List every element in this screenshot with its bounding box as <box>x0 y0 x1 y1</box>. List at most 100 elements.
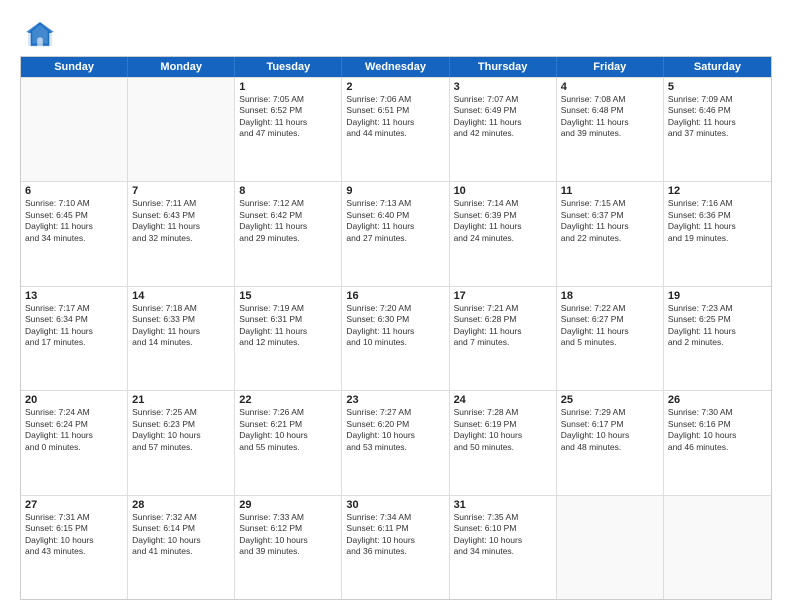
cell-line: Sunset: 6:14 PM <box>132 523 230 534</box>
cell-line: Sunrise: 7:34 AM <box>346 512 444 523</box>
cell-line: and 34 minutes. <box>25 233 123 244</box>
page: SundayMondayTuesdayWednesdayThursdayFrid… <box>0 0 792 612</box>
cell-line: Sunrise: 7:31 AM <box>25 512 123 523</box>
cell-line: Sunrise: 7:06 AM <box>346 94 444 105</box>
cell-line: Daylight: 11 hours <box>561 221 659 232</box>
cell-line: Sunset: 6:39 PM <box>454 210 552 221</box>
day-cell-23: 23Sunrise: 7:27 AMSunset: 6:20 PMDayligh… <box>342 391 449 494</box>
day-number: 2 <box>346 81 444 93</box>
cell-line: and 27 minutes. <box>346 233 444 244</box>
day-cell-14: 14Sunrise: 7:18 AMSunset: 6:33 PMDayligh… <box>128 287 235 390</box>
day-number: 25 <box>561 394 659 406</box>
day-number: 7 <box>132 185 230 197</box>
cell-line: and 17 minutes. <box>25 337 123 348</box>
weekday-header-monday: Monday <box>128 57 235 77</box>
day-cell-11: 11Sunrise: 7:15 AMSunset: 6:37 PMDayligh… <box>557 182 664 285</box>
cell-line: Daylight: 11 hours <box>25 326 123 337</box>
cell-line: Sunrise: 7:14 AM <box>454 198 552 209</box>
cell-line: Daylight: 10 hours <box>561 430 659 441</box>
day-cell-21: 21Sunrise: 7:25 AMSunset: 6:23 PMDayligh… <box>128 391 235 494</box>
cell-line: Sunset: 6:52 PM <box>239 105 337 116</box>
cell-line: Sunset: 6:15 PM <box>25 523 123 534</box>
cell-line: Sunset: 6:43 PM <box>132 210 230 221</box>
cell-line: Daylight: 10 hours <box>346 430 444 441</box>
cell-line: and 12 minutes. <box>239 337 337 348</box>
cell-line: and 24 minutes. <box>454 233 552 244</box>
calendar-row-3: 13Sunrise: 7:17 AMSunset: 6:34 PMDayligh… <box>21 286 771 390</box>
weekday-header-friday: Friday <box>557 57 664 77</box>
day-cell-25: 25Sunrise: 7:29 AMSunset: 6:17 PMDayligh… <box>557 391 664 494</box>
day-number: 21 <box>132 394 230 406</box>
day-number: 14 <box>132 290 230 302</box>
day-number: 4 <box>561 81 659 93</box>
cell-line: Daylight: 11 hours <box>346 117 444 128</box>
calendar-row-5: 27Sunrise: 7:31 AMSunset: 6:15 PM Dayligh… <box>21 495 771 599</box>
day-cell-9: 9Sunrise: 7:13 AMSunset: 6:40 PMDaylight… <box>342 182 449 285</box>
cell-line: Daylight: 11 hours <box>561 326 659 337</box>
cell-line: Daylight: 11 hours <box>132 221 230 232</box>
cell-line: Daylight: 10 hours <box>454 535 552 546</box>
day-cell-4: 4Sunrise: 7:08 AMSunset: 6:48 PMDaylight… <box>557 78 664 181</box>
empty-cell <box>21 78 128 181</box>
cell-line: Daylight: 11 hours <box>239 117 337 128</box>
cell-line: Sunset: 6:49 PM <box>454 105 552 116</box>
day-number: 12 <box>668 185 767 197</box>
cell-line: Sunrise: 7:21 AM <box>454 303 552 314</box>
cell-line: Daylight: 10 hours <box>454 430 552 441</box>
cell-line: Sunset: 6:20 PM <box>346 419 444 430</box>
day-cell-3: 3Sunrise: 7:07 AMSunset: 6:49 PMDaylight… <box>450 78 557 181</box>
day-number: 31 <box>454 499 552 511</box>
calendar-header: SundayMondayTuesdayWednesdayThursdayFrid… <box>21 57 771 77</box>
cell-line: and 22 minutes. <box>561 233 659 244</box>
cell-line: Sunset: 6:21 PM <box>239 419 337 430</box>
cell-line: Sunrise: 7:07 AM <box>454 94 552 105</box>
day-number: 10 <box>454 185 552 197</box>
cell-line: and 55 minutes. <box>239 442 337 453</box>
cell-line: Sunset: 6:33 PM <box>132 314 230 325</box>
cell-line: Sunset: 6:25 PM <box>668 314 767 325</box>
cell-line: Sunset: 6:10 PM <box>454 523 552 534</box>
cell-line: and 46 minutes. <box>668 442 767 453</box>
cell-line: Sunrise: 7:09 AM <box>668 94 767 105</box>
cell-line: Sunset: 6:19 PM <box>454 419 552 430</box>
day-number: 27 <box>25 499 123 511</box>
cell-line: Sunrise: 7:20 AM <box>346 303 444 314</box>
cell-line: Sunset: 6:28 PM <box>454 314 552 325</box>
day-number: 26 <box>668 394 767 406</box>
day-number: 17 <box>454 290 552 302</box>
day-number: 9 <box>346 185 444 197</box>
empty-cell <box>557 496 664 599</box>
cell-line: Sunset: 6:37 PM <box>561 210 659 221</box>
day-cell-24: 24Sunrise: 7:28 AMSunset: 6:19 PMDayligh… <box>450 391 557 494</box>
cell-line: and 10 minutes. <box>346 337 444 348</box>
cell-line: Sunrise: 7:17 AM <box>25 303 123 314</box>
cell-line: Sunrise: 7:27 AM <box>346 407 444 418</box>
cell-line: Sunrise: 7:15 AM <box>561 198 659 209</box>
cell-line: and 57 minutes. <box>132 442 230 453</box>
cell-line: Daylight: 10 hours <box>132 535 230 546</box>
day-number: 29 <box>239 499 337 511</box>
day-cell-6: 6Sunrise: 7:10 AMSunset: 6:45 PMDaylight… <box>21 182 128 285</box>
day-number: 28 <box>132 499 230 511</box>
cell-line: and 44 minutes. <box>346 128 444 139</box>
day-number: 16 <box>346 290 444 302</box>
weekday-header-saturday: Saturday <box>664 57 771 77</box>
cell-line: Sunset: 6:17 PM <box>561 419 659 430</box>
cell-line: and 34 minutes. <box>454 546 552 557</box>
cell-line: Sunrise: 7:16 AM <box>668 198 767 209</box>
cell-line: Sunset: 6:36 PM <box>668 210 767 221</box>
day-cell-31: 31Sunrise: 7:35 AMSunset: 6:10 PMDayligh… <box>450 496 557 599</box>
day-cell-18: 18Sunrise: 7:22 AMSunset: 6:27 PMDayligh… <box>557 287 664 390</box>
day-cell-19: 19Sunrise: 7:23 AMSunset: 6:25 PMDayligh… <box>664 287 771 390</box>
cell-line: Daylight: 11 hours <box>454 221 552 232</box>
cell-line: Daylight: 10 hours <box>239 535 337 546</box>
cell-line: Daylight: 11 hours <box>239 326 337 337</box>
cell-line: Daylight: 11 hours <box>346 326 444 337</box>
day-number: 5 <box>668 81 767 93</box>
cell-line: and 37 minutes. <box>668 128 767 139</box>
cell-line: Daylight: 10 hours <box>346 535 444 546</box>
cell-line: Daylight: 11 hours <box>346 221 444 232</box>
cell-line: Sunrise: 7:11 AM <box>132 198 230 209</box>
cell-line: and 39 minutes. <box>239 546 337 557</box>
day-cell-13: 13Sunrise: 7:17 AMSunset: 6:34 PMDayligh… <box>21 287 128 390</box>
